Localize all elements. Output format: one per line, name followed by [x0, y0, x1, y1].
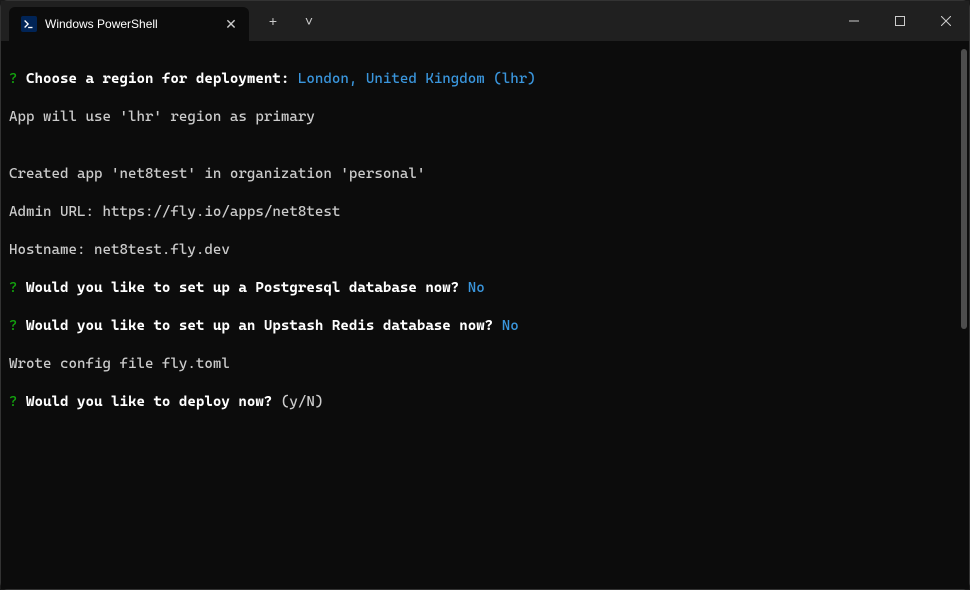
output-line: ? Would you like to set up an Upstash Re… [9, 317, 961, 336]
prompt-marker-icon: ? [9, 71, 18, 87]
scrollbar-thumb[interactable] [961, 49, 967, 329]
tab-title: Windows PowerShell [45, 17, 215, 31]
output-line: ? Choose a region for deployment: London… [9, 70, 961, 89]
output-line: Created app 'net8test' in organization '… [9, 165, 961, 184]
prompt-answer: No [468, 280, 485, 296]
output-line: App will use 'lhr' region as primary [9, 108, 961, 127]
prompt-question: Would you like to deploy now? [18, 394, 281, 410]
active-tab[interactable]: Windows PowerShell ✕ [9, 7, 249, 41]
terminal-output[interactable]: ? Choose a region for deployment: London… [1, 41, 969, 589]
minimize-button[interactable] [831, 1, 877, 41]
prompt-question: Would you like to set up an Upstash Redi… [18, 318, 502, 334]
window-controls [831, 1, 969, 41]
output-line: Admin URL: https://fly.io/apps/net8test [9, 203, 961, 222]
prompt-question: Choose a region for deployment: [18, 71, 298, 87]
new-tab-button[interactable]: + [257, 7, 289, 35]
close-window-button[interactable] [923, 1, 969, 41]
prompt-marker-icon: ? [9, 318, 18, 334]
tab-actions: + ˅ [249, 1, 333, 41]
titlebar: Windows PowerShell ✕ + ˅ [1, 1, 969, 41]
tab-close-button[interactable]: ✕ [223, 16, 239, 32]
output-line: Wrote config file fly.toml [9, 355, 961, 374]
prompt-marker-icon: ? [9, 280, 18, 296]
powershell-icon [21, 16, 37, 32]
tab-dropdown-button[interactable]: ˅ [293, 7, 325, 35]
output-line: ? Would you like to set up a Postgresql … [9, 279, 961, 298]
prompt-hint: (y/N) [281, 394, 332, 410]
titlebar-drag-area[interactable] [333, 1, 831, 41]
prompt-question: Would you like to set up a Postgresql da… [18, 280, 468, 296]
output-line: Hostname: net8test.fly.dev [9, 241, 961, 260]
prompt-answer: London, United Kingdom (lhr) [298, 71, 536, 87]
output-line: ? Would you like to deploy now? (y/N) [9, 393, 961, 412]
prompt-answer: No [502, 318, 519, 334]
prompt-marker-icon: ? [9, 394, 18, 410]
maximize-button[interactable] [877, 1, 923, 41]
